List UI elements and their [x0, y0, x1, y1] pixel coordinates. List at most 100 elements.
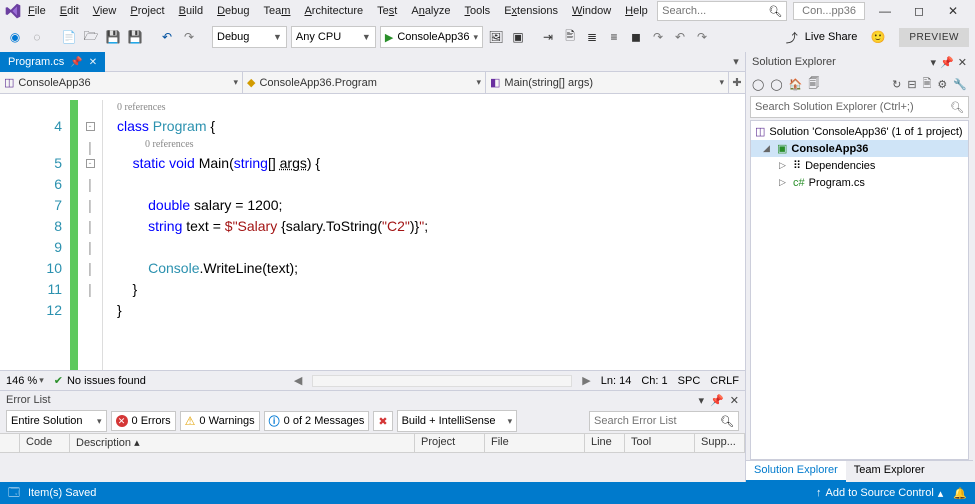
errorlist-dropdown-icon[interactable]: ▾	[699, 394, 705, 407]
menu-window[interactable]: Window	[566, 3, 617, 19]
feedback-icon[interactable]: 🙂	[869, 28, 887, 46]
pin-icon[interactable]: 📌	[70, 57, 82, 68]
col-icon[interactable]	[0, 434, 20, 452]
menu-project[interactable]: Project	[124, 3, 170, 19]
code-editor[interactable]: 4 5 6 7 8 9 10 11 12 - | - |||||| 0 refe…	[0, 94, 745, 370]
add-source-control-button[interactable]: ↑Add to Source Control ▴	[816, 487, 943, 500]
se-showall-icon[interactable]: 🗎	[923, 75, 932, 94]
horizontal-scrollbar[interactable]	[312, 375, 572, 387]
config-combo[interactable]: Debug▼	[212, 26, 287, 48]
expand-icon[interactable]: ◢	[763, 143, 773, 154]
menu-analyze[interactable]: Analyze	[405, 3, 456, 19]
tab-team-explorer[interactable]: Team Explorer	[846, 461, 933, 482]
se-home-icon[interactable]: 🏠	[789, 78, 803, 91]
titlebar-search[interactable]: 🔍︎	[657, 1, 787, 21]
tool-icon-5[interactable]: ≣	[583, 28, 601, 46]
titlebar-search-input[interactable]	[662, 5, 762, 17]
solution-node[interactable]: ◫ Solution 'ConsoleApp36' (1 of 1 projec…	[751, 123, 968, 140]
tool-icon-4[interactable]: 🖹	[561, 28, 579, 46]
step-icon-2[interactable]: ↶	[671, 28, 689, 46]
project-node[interactable]: ◢ ▣ ConsoleApp36	[751, 140, 968, 157]
nav-project-combo[interactable]: ◫ ConsoleApp36 ▾	[0, 72, 243, 93]
nav-forward-icon[interactable]: ◌	[28, 28, 46, 46]
run-button[interactable]: ▶ ConsoleApp36 ▾	[380, 26, 483, 48]
collapse-icon[interactable]: -	[86, 159, 95, 168]
menu-file[interactable]: File	[22, 3, 52, 19]
menu-build[interactable]: Build	[173, 3, 209, 19]
se-pin-icon[interactable]: 📌	[940, 56, 954, 69]
new-project-icon[interactable]: 📄	[60, 28, 78, 46]
col-tool[interactable]: Tool	[625, 434, 695, 452]
collapse-icon[interactable]: -	[86, 122, 95, 131]
se-wrench-icon[interactable]: 🔧	[953, 78, 967, 91]
se-dropdown-icon[interactable]: ▾	[931, 56, 937, 69]
tool-icon-3[interactable]: ⇥	[539, 28, 557, 46]
expand-icon[interactable]: ▷	[779, 177, 789, 188]
nav-member-combo[interactable]: ◧ Main(string[] args) ▾	[486, 72, 729, 93]
se-sync-icon[interactable]: 🗐	[808, 75, 819, 94]
warnings-filter[interactable]: ⚠0 Warnings	[180, 411, 260, 431]
se-collapse-icon[interactable]: ⊟	[907, 78, 916, 91]
se-back-icon[interactable]: ◯	[752, 78, 764, 91]
errorlist-close-icon[interactable]: ✕	[730, 394, 739, 407]
window-close-button[interactable]: ✕	[939, 4, 967, 18]
menu-edit[interactable]: Edit	[54, 3, 85, 19]
menu-architecture[interactable]: Architecture	[298, 3, 369, 19]
intellisense-filter[interactable]: ✖	[373, 411, 392, 431]
dependencies-node[interactable]: ▷ ⠿ Dependencies	[751, 157, 968, 174]
menu-extensions[interactable]: Extensions	[498, 3, 564, 19]
save-icon[interactable]: 💾	[104, 28, 122, 46]
liveshare-icon[interactable]: ⤴	[783, 28, 801, 46]
step-icon-1[interactable]: ↷	[649, 28, 667, 46]
outline-margin[interactable]: - | - ||||||	[78, 94, 102, 370]
nav-class-combo[interactable]: ◆ ConsoleApp36.Program ▾	[243, 72, 486, 93]
menu-debug[interactable]: Debug	[211, 3, 255, 19]
col-suppression[interactable]: Supp...	[695, 434, 745, 452]
col-project[interactable]: Project	[415, 434, 485, 452]
tool-icon-6[interactable]: ≡	[605, 28, 623, 46]
split-icon[interactable]: ✚	[729, 76, 745, 89]
menu-test[interactable]: Test	[371, 3, 403, 19]
platform-combo[interactable]: Any CPU▼	[291, 26, 376, 48]
close-tab-icon[interactable]: ✕	[89, 57, 97, 68]
notifications-icon[interactable]: 🔔	[953, 487, 967, 500]
se-close-icon[interactable]: ✕	[958, 56, 967, 69]
error-search-input[interactable]	[594, 415, 694, 427]
undo-icon[interactable]: ↶	[158, 28, 176, 46]
messages-filter[interactable]: ⓘ0 of 2 Messages	[264, 411, 370, 431]
zoom-combo[interactable]: 146 %▾	[6, 375, 44, 387]
expand-icon[interactable]: ▷	[779, 160, 789, 171]
window-minimize-button[interactable]: —	[871, 4, 899, 18]
col-line[interactable]: Line	[585, 434, 625, 452]
se-search[interactable]: Search Solution Explorer (Ctrl+;) 🔍︎	[750, 96, 969, 118]
menu-view[interactable]: View	[87, 3, 123, 19]
nav-back-icon[interactable]: ◉	[6, 28, 24, 46]
se-properties-icon[interactable]: ⚙	[937, 78, 947, 91]
col-file[interactable]: File	[485, 434, 585, 452]
file-node-program[interactable]: ▷ c# Program.cs	[751, 174, 968, 191]
se-refresh-icon[interactable]: ↻	[892, 78, 901, 91]
se-fwd-icon[interactable]: ◯	[770, 78, 782, 91]
tabs-overflow-icon[interactable]: ▾	[727, 52, 745, 72]
issues-status[interactable]: ✔No issues found	[54, 374, 146, 387]
solution-tree[interactable]: ◫ Solution 'ConsoleApp36' (1 of 1 projec…	[750, 120, 969, 460]
menu-help[interactable]: Help	[619, 3, 654, 19]
redo-icon[interactable]: ↷	[180, 28, 198, 46]
col-description[interactable]: Description ▴	[70, 434, 415, 452]
error-scope-combo[interactable]: Entire Solution▾	[6, 410, 107, 432]
tool-icon-2[interactable]: ▣	[509, 28, 527, 46]
errorlist-pin-icon[interactable]: 📌	[710, 394, 724, 407]
code-text[interactable]: 0 referencesclass Program { 0 references…	[103, 94, 745, 370]
document-tab-program[interactable]: Program.cs 📌 ✕	[0, 52, 105, 72]
menu-tools[interactable]: Tools	[459, 3, 497, 19]
liveshare-label[interactable]: Live Share	[805, 31, 858, 43]
bookmark-icon[interactable]: ◼	[627, 28, 645, 46]
col-code[interactable]: Code	[20, 434, 70, 452]
open-icon[interactable]: 🗁	[82, 28, 100, 46]
build-intellisense-combo[interactable]: Build + IntelliSense▾	[397, 410, 518, 432]
save-all-icon[interactable]: 💾	[126, 28, 144, 46]
menu-team[interactable]: Team	[258, 3, 297, 19]
errors-filter[interactable]: ✕0 Errors	[111, 411, 176, 431]
error-search[interactable]: 🔍︎	[589, 411, 739, 431]
tab-solution-explorer[interactable]: Solution Explorer	[746, 461, 846, 482]
